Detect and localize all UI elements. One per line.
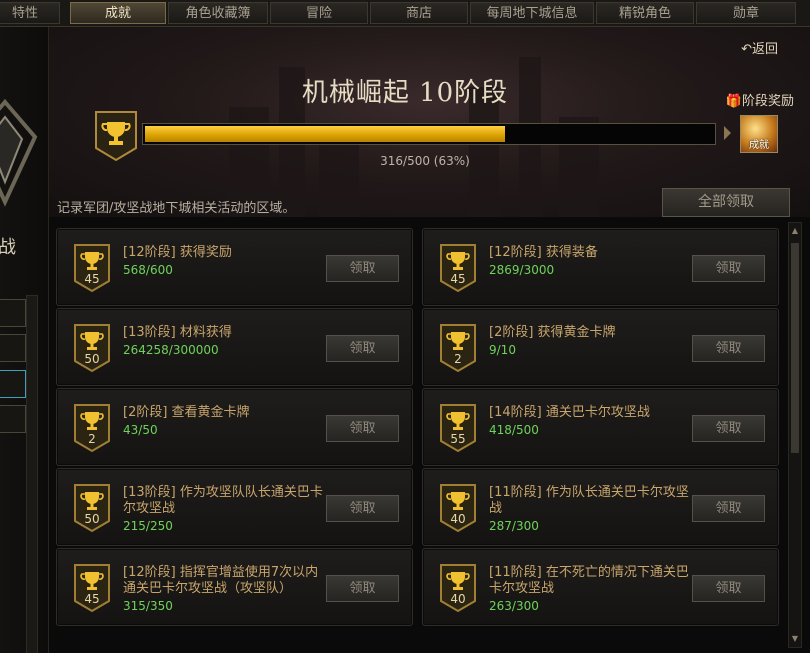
achievement-card: 45 [12阶段] 获得奖励 568/600 领取 bbox=[56, 228, 413, 306]
chevron-up-icon[interactable]: ▲ bbox=[790, 225, 800, 237]
side-slot[interactable] bbox=[0, 299, 26, 327]
side-slot[interactable] bbox=[0, 334, 26, 362]
achievement-level: 50 bbox=[84, 512, 100, 526]
tab-medals[interactable]: 勋章 bbox=[696, 2, 796, 24]
achievement-level: 40 bbox=[450, 592, 466, 606]
achievement-level: 45 bbox=[84, 272, 100, 286]
achievement-title: [12阶段] 获得装备 bbox=[489, 245, 598, 260]
claim-all-button[interactable]: 全部领取 bbox=[662, 188, 790, 217]
claim-button[interactable]: 领取 bbox=[326, 335, 399, 362]
tab-shop[interactable]: 商店 bbox=[370, 2, 468, 24]
claim-button[interactable]: 领取 bbox=[692, 495, 765, 522]
achievement-title: [11阶段] 在不死亡的情况下通关巴卡尔攻坚战 bbox=[489, 565, 689, 596]
achievement-list: 45 [12阶段] 获得奖励 568/600 领取 45 [12阶段] 获得装备 2869/… bbox=[50, 222, 790, 628]
stage-progress-bar bbox=[142, 123, 716, 145]
achievement-card: 45 [12阶段] 指挥官增益使用7次以内通关巴卡尔攻坚战（攻坚队） 315/350… bbox=[56, 548, 413, 626]
stage-reward-button[interactable]: 🎁阶段奖励 bbox=[726, 90, 794, 109]
achievement-title: [11阶段] 作为队长通关巴卡尔攻坚战 bbox=[489, 485, 689, 516]
claim-button[interactable]: 领取 bbox=[692, 255, 765, 282]
stage-progress-fill bbox=[145, 126, 505, 142]
claim-button[interactable]: 领取 bbox=[692, 335, 765, 362]
achievement-level: 45 bbox=[84, 592, 100, 606]
claim-button[interactable]: 领取 bbox=[326, 495, 399, 522]
left-side-panel: 战 ▼ bbox=[0, 27, 49, 653]
top-tab-bar: 特性 成就 角色收藏簿 冒险 商店 每周地下城信息 精锐角色 勋章 bbox=[0, 0, 810, 27]
scrollbar-thumb[interactable] bbox=[791, 243, 799, 453]
side-slot[interactable] bbox=[0, 405, 26, 433]
achievement-title: [12阶段] 获得奖励 bbox=[123, 245, 232, 260]
achievement-progress: 9/10 bbox=[489, 343, 516, 357]
achievement-progress: 418/500 bbox=[489, 423, 539, 437]
achievement-level: 2 bbox=[454, 352, 462, 366]
arrow-right-icon bbox=[724, 126, 731, 140]
tab-character-collection[interactable]: 角色收藏簿 bbox=[168, 2, 268, 24]
stage-title: 机械崛起 10阶段 bbox=[301, 78, 509, 108]
achievement-card: 50 [13阶段] 材料获得 264258/300000 领取 bbox=[56, 308, 413, 386]
stage-reward-item-icon[interactable]: 成就 bbox=[740, 115, 778, 153]
achievement-card: 55 [14阶段] 通关巴卡尔攻坚战 418/500 领取 bbox=[422, 388, 779, 466]
achievement-title: [14阶段] 通关巴卡尔攻坚战 bbox=[489, 405, 650, 420]
side-scrollbar[interactable] bbox=[26, 295, 38, 653]
achievement-level: 45 bbox=[450, 272, 466, 286]
category-description: 记录军团/攻坚战地下城相关活动的区域。 bbox=[57, 201, 296, 216]
achievement-level: 2 bbox=[88, 432, 96, 446]
return-arrow-icon: ↶ bbox=[741, 42, 752, 57]
achievement-progress: 315/350 bbox=[123, 599, 173, 613]
claim-button[interactable]: 领取 bbox=[326, 415, 399, 442]
list-scrollbar[interactable]: ▲ ▼ bbox=[788, 222, 802, 648]
achievement-card: 2 [2阶段] 查看黄金卡牌 43/50 领取 bbox=[56, 388, 413, 466]
tab-adventure[interactable]: 冒险 bbox=[270, 2, 368, 24]
achievement-progress: 287/300 bbox=[489, 519, 539, 533]
tab-traits[interactable]: 特性 bbox=[0, 2, 60, 24]
achievement-card: 2 [2阶段] 获得黄金卡牌 9/10 领取 bbox=[422, 308, 779, 386]
stage-progress-text: 316/500 (63%) bbox=[380, 154, 470, 168]
achievement-title: [12阶段] 指挥官增益使用7次以内通关巴卡尔攻坚战（攻坚队） bbox=[123, 565, 319, 596]
achievement-level: 55 bbox=[450, 432, 466, 446]
achievement-level: 40 bbox=[450, 512, 466, 526]
achievement-progress: 43/50 bbox=[123, 423, 158, 437]
achievement-card: 40 [11阶段] 在不死亡的情况下通关巴卡尔攻坚战 263/300 领取 bbox=[422, 548, 779, 626]
achievement-progress: 215/250 bbox=[123, 519, 173, 533]
chevron-down-icon[interactable]: ▼ bbox=[790, 633, 800, 645]
tab-achievements[interactable]: 成就 bbox=[70, 2, 166, 24]
gift-icon: 🎁 bbox=[725, 94, 742, 109]
tab-elite-character[interactable]: 精锐角色 bbox=[596, 2, 694, 24]
side-slot-selected[interactable] bbox=[0, 370, 26, 398]
achievement-card: 40 [11阶段] 作为队长通关巴卡尔攻坚战 287/300 领取 bbox=[422, 468, 779, 546]
emblem-icon bbox=[0, 98, 38, 207]
back-button[interactable]: ↶返回 bbox=[741, 38, 778, 57]
claim-button[interactable]: 领取 bbox=[326, 575, 399, 602]
achievement-progress: 264258/300000 bbox=[123, 343, 219, 357]
achievement-card: 45 [12阶段] 获得装备 2869/3000 领取 bbox=[422, 228, 779, 306]
achievement-level: 50 bbox=[84, 352, 100, 366]
claim-button[interactable]: 领取 bbox=[326, 255, 399, 282]
achievement-progress: 263/300 bbox=[489, 599, 539, 613]
claim-button[interactable]: 领取 bbox=[692, 415, 765, 442]
achievement-progress: 2869/3000 bbox=[489, 263, 555, 277]
achievement-title: [13阶段] 材料获得 bbox=[123, 325, 232, 340]
side-label-text: 战 bbox=[0, 233, 16, 259]
achievement-progress: 568/600 bbox=[123, 263, 173, 277]
claim-button[interactable]: 领取 bbox=[692, 575, 765, 602]
achievement-title: [2阶段] 获得黄金卡牌 bbox=[489, 325, 616, 340]
achievement-title: [13阶段] 作为攻坚队队长通关巴卡尔攻坚战 bbox=[123, 485, 323, 516]
achievement-card: 50 [13阶段] 作为攻坚队队长通关巴卡尔攻坚战 215/250 领取 bbox=[56, 468, 413, 546]
achievement-title: [2阶段] 查看黄金卡牌 bbox=[123, 405, 250, 420]
tab-weekly-dungeon-info[interactable]: 每周地下城信息 bbox=[470, 2, 594, 24]
